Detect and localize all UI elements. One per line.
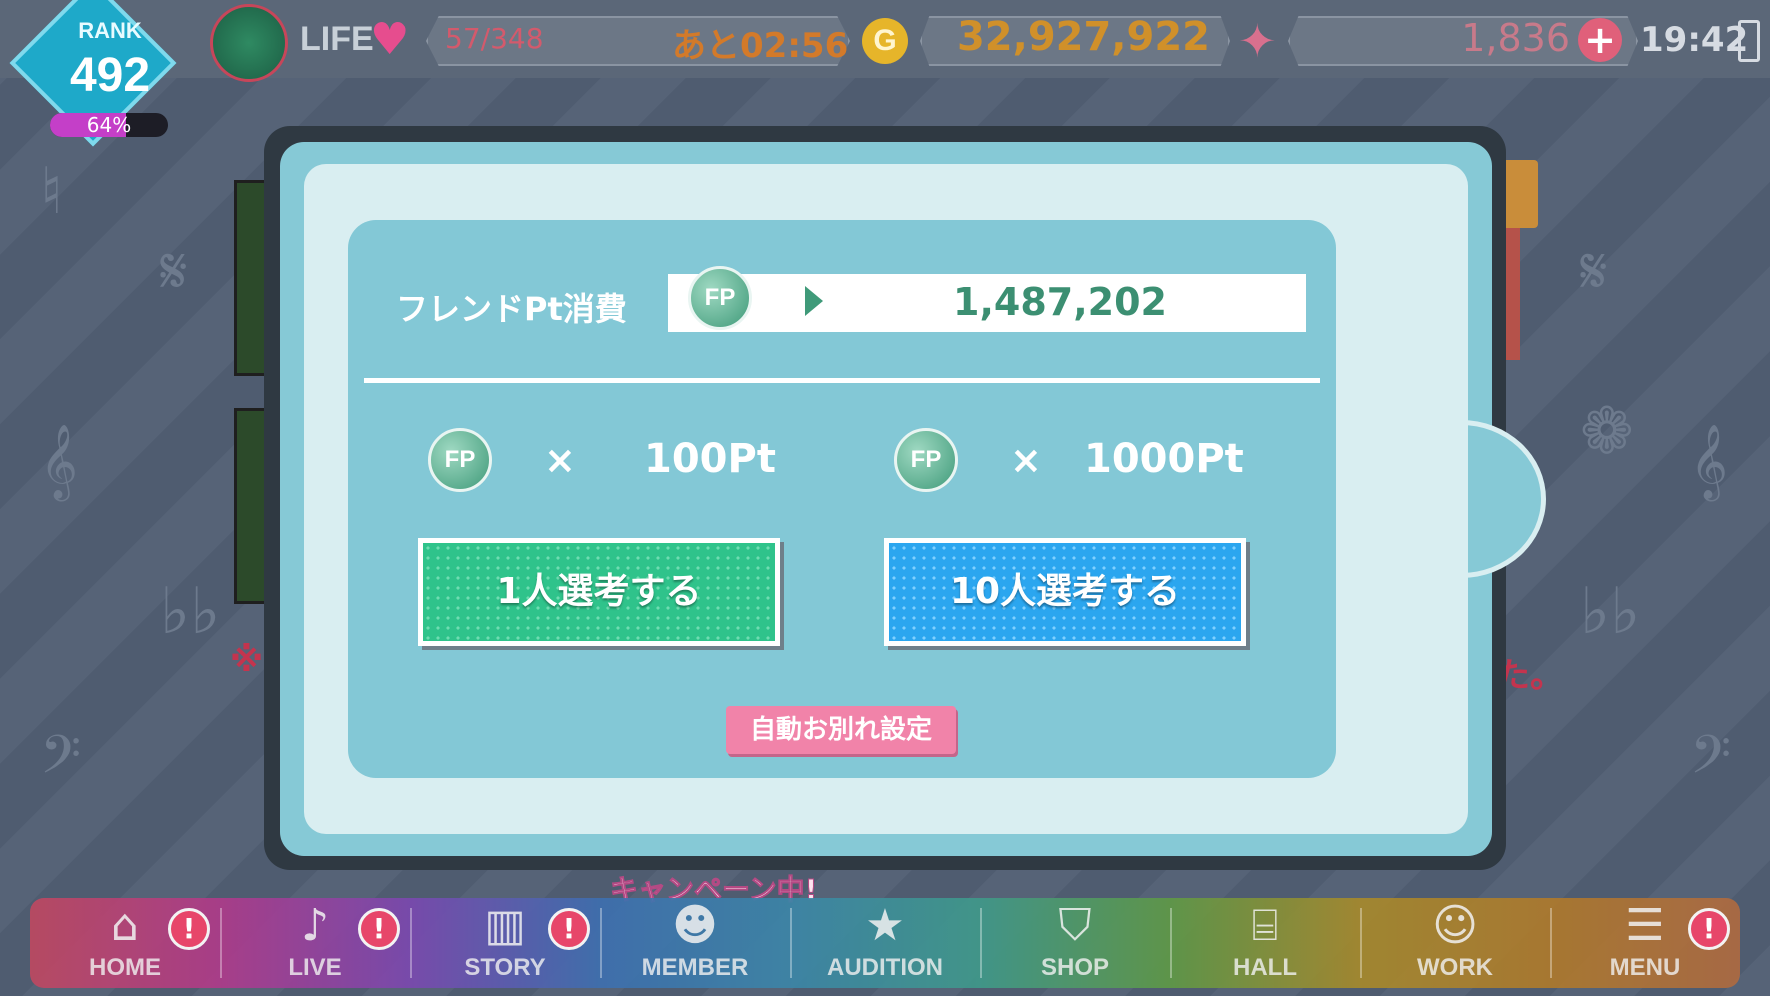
work-icon: ☺ [1432,900,1478,951]
notification-badge-icon: ! [1688,908,1730,950]
friend-point-icon: FP [894,428,958,492]
nav-separator [790,908,792,978]
nav-label: SHOP [1040,954,1109,981]
select-ten-button[interactable]: 10人選考する [884,538,1246,646]
nav-label: HOME [89,954,161,981]
nav-label: LIVE [288,954,342,981]
battery-icon [1738,20,1760,62]
nav-work[interactable]: ☺ WORK [1360,898,1550,988]
select-one-button[interactable]: 1人選考する [418,538,780,646]
nav-separator [220,908,222,978]
nav-label: HALL [1233,954,1297,981]
friend-point-icon: FP [688,266,752,330]
auto-farewell-settings-button[interactable]: 自動お別れ設定 [726,706,956,754]
nav-label: STORY [464,954,546,981]
friend-pt-consume-label: フレンドPt消費 [396,290,627,328]
friend-pt-value: 1,487,202 [953,280,1167,324]
sparkle-icon: ✦ [1238,14,1277,68]
life-timer: あと02:56 [672,26,849,66]
nav-separator [1170,908,1172,978]
gem-value: 1,836 [1461,16,1570,60]
background-note: た。 [1496,656,1564,696]
rank-label: RANK [78,18,142,43]
member-icon: ☻ [672,900,718,951]
nav-label: MEMBER [641,954,749,981]
music-symbol-icon: ❁ [1580,395,1634,469]
nav-separator [410,908,412,978]
music-symbol-icon: 𝄢 [40,725,82,799]
music-symbol-icon: ♭♭ [1580,575,1641,649]
arrow-right-icon [805,286,823,316]
nav-audition[interactable]: ★ AUDITION [790,898,980,988]
ten-cost: 1000Pt [1084,436,1244,482]
music-symbol-icon: 𝄢 [1690,725,1732,799]
audition-icon: ★ [865,900,905,951]
music-symbol-icon: 𝄞 [40,425,78,499]
friend-point-icon: FP [428,428,492,492]
hall-icon: ⌸ [1251,900,1279,951]
music-symbol-icon: ♮ [40,155,63,229]
gold-value: 32,927,922 [956,14,1210,60]
multiply-sign: × [1010,438,1042,482]
nav-separator [600,908,602,978]
nav-shop[interactable]: ⛉ SHOP [980,898,1170,988]
music-symbol-icon: 𝄋 [1580,235,1608,309]
nav-label: AUDITION [827,954,943,981]
single-cost: 100Pt [644,436,776,482]
nav-label: WORK [1417,954,1493,981]
add-gem-button[interactable]: + [1578,18,1622,62]
divider [364,378,1320,383]
music-symbol-icon: 𝄞 [1690,425,1728,499]
music-symbol-icon: 𝄋 [160,235,188,309]
clover-emblem-icon[interactable] [210,4,288,82]
life-label: LIFE [300,20,374,58]
rank-progress-text: 64% [86,113,132,137]
rank-value: 492 [69,49,151,102]
notification-badge-icon: ! [548,908,590,950]
nav-hall[interactable]: ⌸ HALL [1170,898,1360,988]
music-symbol-icon: ♭♭ [160,575,221,649]
multiply-sign: × [544,438,576,482]
clock: 19:42 [1640,20,1749,60]
life-count: 57/348 [445,22,544,55]
nav-member[interactable]: ☻ MEMBER [600,898,790,988]
heart-icon: ♥ [370,14,410,65]
notification-badge-icon: ! [168,908,210,950]
notification-badge-icon: ! [358,908,400,950]
nav-separator [1360,908,1362,978]
gold-coin-icon: G [862,18,908,64]
nav-label: MENU [1609,954,1681,981]
nav-separator [980,908,982,978]
basket-icon: ⛉ [1058,900,1092,951]
nav-separator [1550,908,1552,978]
background-note: ※ [230,640,264,680]
